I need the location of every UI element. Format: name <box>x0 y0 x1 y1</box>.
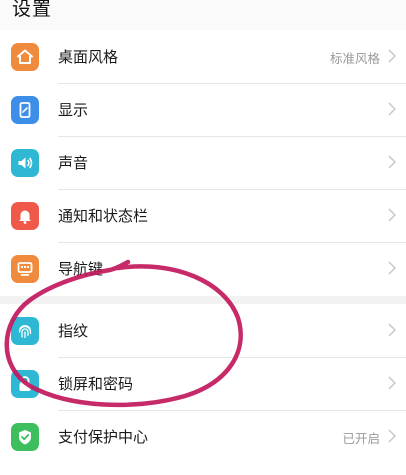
settings-item-fingerprint[interactable]: 指纹 <box>0 304 406 358</box>
chevron-right-icon <box>388 376 396 390</box>
settings-item-desktop-style[interactable]: 桌面风格 标准风格 <box>0 30 406 84</box>
chevron-right-icon <box>388 261 396 275</box>
lock-icon <box>11 370 39 398</box>
settings-item-notifications[interactable]: 通知和状态栏 <box>0 189 406 243</box>
settings-group-security: 指纹 锁屏和密码 支付保护中心 已开启 <box>0 304 406 475</box>
settings-item-value: 已开启 <box>342 431 380 446</box>
chevron-right-icon <box>388 102 396 116</box>
chevron-right-icon <box>388 323 396 337</box>
shield-icon <box>11 423 39 451</box>
chevron-right-icon <box>388 429 396 443</box>
settings-group-display: 桌面风格 标准风格 显示 声音 通知和状态栏 导航键 <box>0 30 406 296</box>
settings-item-payment-protection[interactable]: 支付保护中心 已开启 <box>0 410 406 464</box>
settings-item-lockscreen-password[interactable]: 锁屏和密码 <box>0 357 406 411</box>
settings-item-label: 桌面风格 <box>58 48 119 66</box>
speaker-icon <box>11 149 39 177</box>
settings-item-label: 锁屏和密码 <box>58 375 134 393</box>
settings-item-display[interactable]: 显示 <box>0 83 406 137</box>
settings-item-sound[interactable]: 声音 <box>0 136 406 190</box>
settings-item-label: 导航键 <box>58 260 104 278</box>
settings-item-label: 指纹 <box>58 322 89 340</box>
home-icon <box>11 43 39 71</box>
title-bar: 设置 <box>0 0 406 30</box>
settings-item-label: 支付保护中心 <box>58 428 149 446</box>
bell-icon <box>11 202 39 230</box>
keyboard-icon <box>11 255 39 283</box>
settings-item-label: 显示 <box>58 101 89 119</box>
fingerprint-icon <box>11 317 39 345</box>
settings-item-label: 通知和状态栏 <box>58 207 149 225</box>
chevron-right-icon <box>388 155 396 169</box>
chevron-right-icon <box>388 49 396 63</box>
display-icon <box>11 96 39 124</box>
settings-item-value: 标准风格 <box>329 51 380 66</box>
settings-item-label: 声音 <box>58 154 89 172</box>
settings-item-navigation-keys[interactable]: 导航键 <box>0 242 406 296</box>
page-title: 设置 <box>12 0 53 20</box>
chevron-right-icon <box>388 208 396 222</box>
